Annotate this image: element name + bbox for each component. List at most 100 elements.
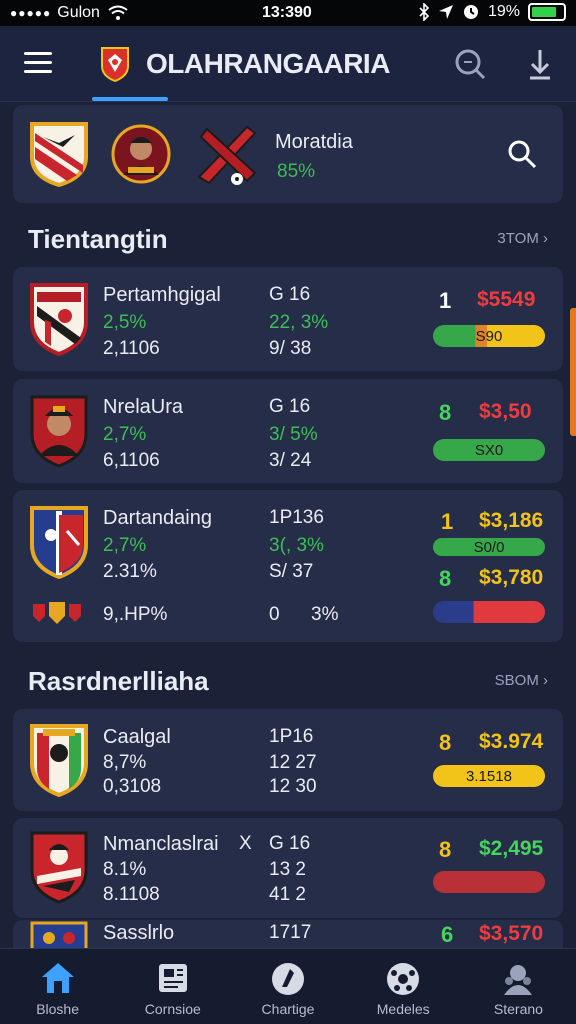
team-volume: 2,1106 xyxy=(103,338,160,359)
team-card[interactable]: Dartandaing 2,7% 2.31% 1P136 3(, 3% S/ 3… xyxy=(13,490,563,642)
team-change: 2,5% xyxy=(103,312,147,333)
team-rank: 1 xyxy=(439,288,452,313)
team-name: Sasslrlo xyxy=(103,922,175,944)
mini-crests-icon xyxy=(33,602,81,624)
team-rank: 8 xyxy=(439,566,452,591)
progress-bar: SX0 xyxy=(433,439,545,461)
player-avatar-icon xyxy=(30,395,88,468)
ball-icon xyxy=(387,963,420,995)
team-stat: 41 2 xyxy=(269,884,306,905)
team-stat: S/ 37 xyxy=(269,561,314,582)
section-title: Tientangtin xyxy=(28,224,168,254)
team-crest-icon xyxy=(30,724,88,797)
crossed-bats-icon xyxy=(197,125,257,185)
nav-tab-news[interactable]: Cornsioe xyxy=(115,949,230,1024)
team-crest-icon xyxy=(30,283,88,356)
team-volume: 8.1108 xyxy=(103,884,160,905)
team-rank: 1 xyxy=(441,509,454,534)
team-crest-icon xyxy=(30,831,88,904)
team-change: 2,7% xyxy=(103,424,147,445)
profile-icon xyxy=(504,965,533,995)
clock: 13:390 xyxy=(262,4,312,21)
team-rank: 8 xyxy=(439,730,452,755)
team-change: 8,7% xyxy=(103,752,147,773)
menu-icon[interactable] xyxy=(24,52,52,74)
team-price: $3,780 xyxy=(479,566,544,589)
team-extra: 9,.HP% xyxy=(103,604,168,625)
team-rank: 6 xyxy=(441,922,454,947)
remove-icon[interactable]: X xyxy=(239,833,252,855)
team-stat: 0 xyxy=(269,604,280,625)
alarm-icon xyxy=(463,5,478,19)
nav-label: Bloshe xyxy=(36,1001,79,1017)
team-price: $2,495 xyxy=(479,837,544,860)
team-stat: 1717 xyxy=(269,922,312,943)
progress-bar: S90 xyxy=(433,325,545,347)
featured-card[interactable]: Moratdia 85% xyxy=(13,105,563,203)
scroll-indicator[interactable] xyxy=(570,308,576,436)
nav-label: Medeles xyxy=(376,1001,430,1017)
search-icon[interactable] xyxy=(452,46,488,82)
section-title: Rasrdnerlliaha xyxy=(28,666,209,696)
team-price: $3,186 xyxy=(479,509,544,532)
team-rank: 8 xyxy=(439,837,452,862)
featured-title: Moratdia xyxy=(275,131,353,153)
team-price: $3,570 xyxy=(479,922,544,945)
team-crest-icon xyxy=(30,122,88,187)
team-name: Caalgal xyxy=(103,726,171,748)
app-header: OLAHRANGAARIA xyxy=(0,26,576,102)
team-crest-icon xyxy=(30,506,88,579)
team-stat: G 16 xyxy=(269,284,311,305)
team-card[interactable]: Nmanclaslrai X 8.1% 8.1108 G 16 13 2 41 … xyxy=(13,818,563,918)
nav-label: Sterano xyxy=(493,1001,543,1017)
team-stat: 3/ 24 xyxy=(269,450,312,471)
team-volume: 6,1106 xyxy=(103,450,160,471)
team-stat: 12 30 xyxy=(269,776,317,797)
search-icon[interactable] xyxy=(505,137,539,171)
team-stat: G 16 xyxy=(269,396,311,417)
featured-percent: 85% xyxy=(277,161,316,182)
nav-tab-charts[interactable]: Chartige xyxy=(230,949,345,1024)
progress-bar xyxy=(433,871,545,893)
section-more-link[interactable]: SBOM › xyxy=(495,672,548,689)
team-stat: G 16 xyxy=(269,833,311,854)
team-rank: 8 xyxy=(439,400,452,425)
status-bar: ●●●●● Gulon 13:390 19% xyxy=(0,0,576,26)
team-change: 2,7% xyxy=(103,535,147,556)
home-icon xyxy=(41,963,74,993)
team-stat: 3/ 5% xyxy=(269,424,318,445)
team-stat: 1P16 xyxy=(269,726,314,747)
nav-tab-home[interactable]: Bloshe xyxy=(0,949,115,1024)
team-stat: 22, 3% xyxy=(269,312,329,333)
team-price: $5549 xyxy=(477,288,536,311)
team-stat: 1P136 xyxy=(269,507,324,528)
team-card[interactable]: Pertamhgigal 2,5% 2,1106 G 16 22, 3% 9/ … xyxy=(13,267,563,371)
team-stat: 13 2 xyxy=(269,859,306,880)
nav-tab-matches[interactable]: Medeles xyxy=(346,949,461,1024)
nav-tab-profile[interactable]: Sterano xyxy=(461,949,576,1024)
team-card[interactable]: NrelaUra 2,7% 6,1106 G 16 3/ 5% 3/ 24 8 … xyxy=(13,379,563,483)
section-more-link[interactable]: 3TOM › xyxy=(497,230,548,247)
nav-label: Chartige xyxy=(261,1001,315,1017)
news-icon xyxy=(158,964,187,992)
bottom-navigation: Bloshe Cornsioe Chartige Medeles Sterano xyxy=(0,948,576,1024)
download-icon[interactable] xyxy=(522,46,558,82)
team-change: 8.1% xyxy=(103,859,147,880)
team-name: NrelaUra xyxy=(103,396,184,418)
progress-bar: 3.1518 xyxy=(433,765,545,787)
wifi-icon xyxy=(108,5,128,20)
active-tab-indicator xyxy=(92,97,168,101)
team-price: $3.974 xyxy=(479,730,544,753)
team-stat: 9/ 38 xyxy=(269,338,312,359)
signal-icon: ●●●●● xyxy=(10,6,52,20)
location-icon xyxy=(438,5,453,19)
team-card[interactable]: Caalgal 8,7% 0,3108 1P16 12 27 12 30 8 $… xyxy=(13,709,563,811)
team-volume: 0,3108 xyxy=(103,776,162,797)
team-name: Nmanclaslrai xyxy=(103,833,219,855)
nav-label: Cornsioe xyxy=(144,1001,201,1017)
team-name: Dartandaing xyxy=(103,507,212,529)
chart-icon xyxy=(272,963,304,995)
progress-bar xyxy=(433,601,545,623)
team-name: Pertamhgigal xyxy=(103,284,221,306)
progress-bar: S0/0 xyxy=(433,538,545,556)
